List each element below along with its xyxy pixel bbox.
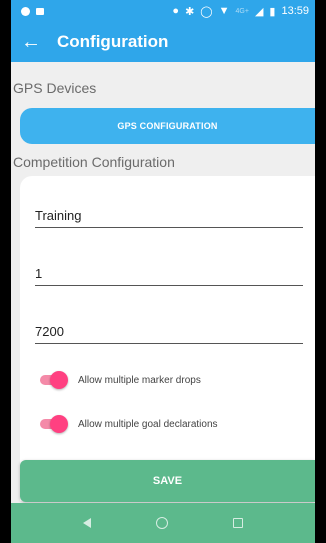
app-bar: ← Configuration: [11, 22, 315, 62]
phone-screen: ● ✱ ◯ ▼ 4G+ ◢ ▮ 13:59 ← Configuration GP…: [0, 0, 326, 543]
status-right: ● ✱ ◯ ▼ 4G+ ◢ ▮ 13:59: [172, 5, 309, 18]
main-content: GPS Devices GPS CONFIGURATION Competitio…: [11, 62, 315, 501]
bluetooth-icon: ✱: [185, 5, 195, 18]
competition-number-field[interactable]: 1: [35, 262, 303, 286]
status-time: 13:59: [281, 5, 309, 17]
alarm-icon: ◯: [200, 5, 213, 18]
switch-knob: [50, 371, 68, 389]
marker-drops-label: Allow multiple marker drops: [78, 374, 201, 386]
marker-drops-switch[interactable]: [40, 371, 68, 389]
competition-duration-field[interactable]: 7200: [35, 320, 303, 344]
navigation-bar: [11, 503, 315, 543]
toggle-row-marker-drops[interactable]: Allow multiple marker drops: [40, 371, 201, 389]
nav-back-icon[interactable]: [83, 518, 92, 528]
wifi-icon: ▼: [218, 5, 230, 17]
status-bar: ● ✱ ◯ ▼ 4G+ ◢ ▮ 13:59: [11, 0, 315, 22]
arrow-left-icon[interactable]: ←: [11, 22, 51, 62]
switch-knob: [50, 415, 68, 433]
goal-declarations-switch[interactable]: [40, 415, 68, 433]
goal-declarations-label: Allow multiple goal declarations: [78, 418, 218, 430]
save-button[interactable]: SAVE: [20, 460, 315, 502]
nav-home-icon[interactable]: [155, 517, 168, 529]
signal-icon: ◢: [254, 5, 264, 18]
competition-configuration-label: Competition Configuration: [13, 154, 175, 170]
gps-devices-label: GPS Devices: [13, 80, 97, 96]
battery-icon: ▮: [269, 5, 276, 18]
toggle-row-goal-declarations[interactable]: Allow multiple goal declarations: [40, 415, 218, 433]
location-icon: ●: [172, 5, 180, 17]
page-title: Configuration: [57, 32, 169, 51]
competition-name-field[interactable]: Training: [35, 204, 303, 228]
nav-recents-icon[interactable]: [232, 518, 243, 528]
gps-configuration-button[interactable]: GPS CONFIGURATION: [20, 108, 315, 144]
notification-dot-icon: [21, 6, 30, 16]
image-notification-icon: [36, 7, 44, 15]
network-type-label: 4G+: [235, 7, 249, 15]
competition-card: Training 1 7200 Allow multiple marker dr…: [20, 176, 315, 501]
status-left: [21, 6, 44, 16]
